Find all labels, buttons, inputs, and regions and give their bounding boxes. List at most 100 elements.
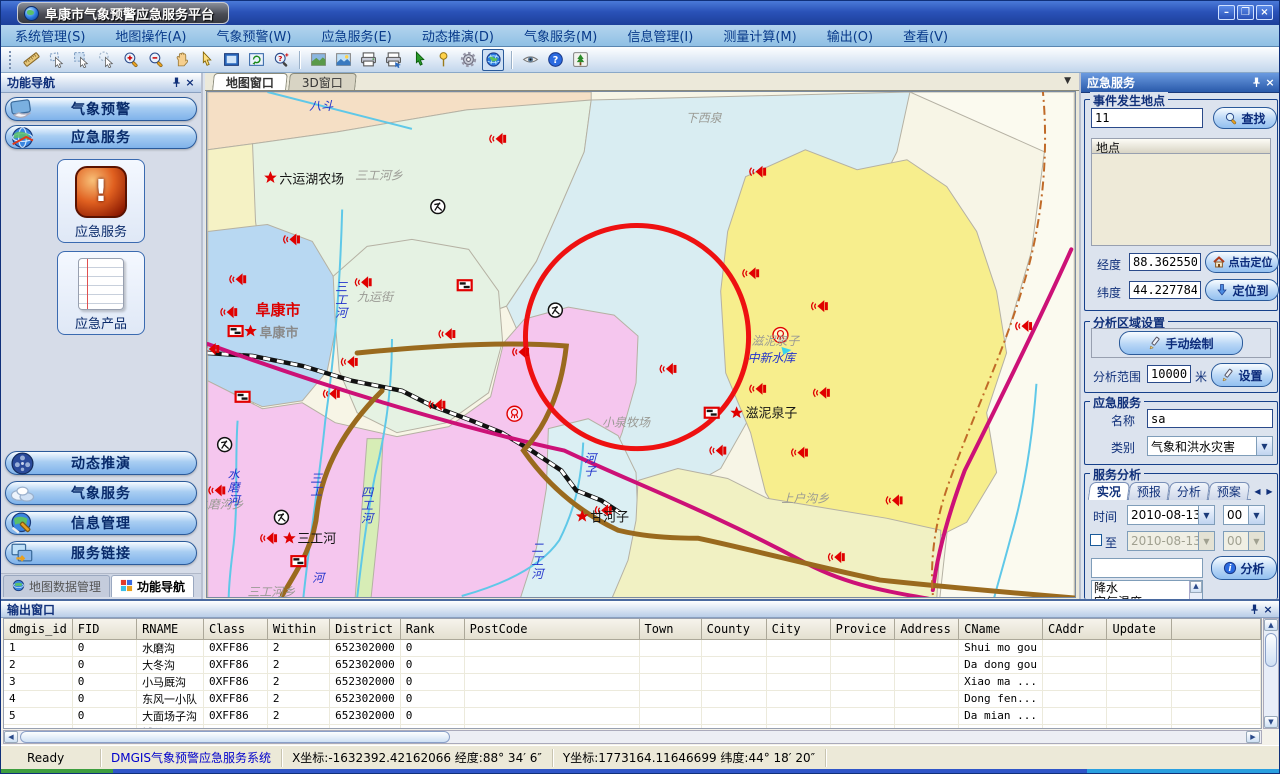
select-pointer-icon[interactable]: [95, 49, 117, 71]
tab-list-dropdown-icon[interactable]: ▼: [1064, 76, 1071, 86]
zoom-in-icon[interactable]: [120, 49, 142, 71]
refresh-map-icon[interactable]: [245, 49, 267, 71]
tab-live[interactable]: 实况: [1088, 482, 1131, 500]
menu-item-weather-service[interactable]: 气象服务(M): [524, 26, 597, 45]
map-export-icon[interactable]: [307, 49, 329, 71]
tab-scroll-right-icon[interactable]: ▶: [1264, 484, 1275, 498]
place-pin-icon[interactable]: [432, 49, 454, 71]
help-icon[interactable]: ?: [544, 49, 566, 71]
close-icon[interactable]: ×: [1263, 76, 1277, 90]
map-canvas[interactable]: 下西泉六运湖农场三工河乡九运街阜康市阜康市滋泥泉子中新水库滋泥泉子小泉牧场上户沟…: [206, 91, 1076, 598]
column-header[interactable]: Provice: [830, 619, 895, 639]
column-header[interactable]: CAddr: [1042, 619, 1107, 639]
zoom-out-icon[interactable]: [145, 49, 167, 71]
table-row[interactable]: 10水磨沟0XFF8626523020000Shui mo gou: [4, 639, 1261, 656]
end-date-select[interactable]: 2010-08-13▼: [1127, 531, 1215, 551]
scroll-left-icon[interactable]: ◀: [4, 731, 18, 743]
column-header[interactable]: Within: [267, 619, 329, 639]
table-row[interactable]: 60城关0XFF8526523020000Cheng guan: [4, 724, 1261, 729]
range-input[interactable]: [1147, 365, 1191, 383]
tab-analysis[interactable]: 分析: [1168, 482, 1211, 500]
nav-group-emergency-service[interactable]: 应急服务: [5, 125, 197, 149]
menu-item-output[interactable]: 输出(O): [827, 26, 873, 45]
hour-select[interactable]: 00▼: [1223, 505, 1265, 525]
end-hour-select[interactable]: 00▼: [1223, 531, 1265, 551]
print-preview-icon[interactable]: [382, 49, 404, 71]
select-rectangle-icon[interactable]: [70, 49, 92, 71]
longitude-input[interactable]: [1129, 253, 1201, 271]
menu-item-weather-warning[interactable]: 气象预警(W): [216, 26, 291, 45]
column-header[interactable]: PostCode: [464, 619, 639, 639]
pan-hand-icon[interactable]: [170, 49, 192, 71]
globe-3d-icon[interactable]: [482, 49, 504, 71]
to-checkbox[interactable]: [1090, 534, 1102, 546]
column-header[interactable]: Update: [1107, 619, 1171, 639]
measure-ruler-icon[interactable]: [20, 49, 42, 71]
full-extent-icon[interactable]: [220, 49, 242, 71]
table-row[interactable]: 30小马厩沟0XFF8626523020000Xiao ma ...: [4, 673, 1261, 690]
table-row[interactable]: 50大面场子沟0XFF8626523020000Da mian ...: [4, 707, 1261, 724]
menu-item-emergency-service[interactable]: 应急服务(E): [321, 26, 391, 45]
visibility-eye-icon[interactable]: [519, 49, 541, 71]
set-range-button[interactable]: 设置: [1211, 363, 1273, 387]
restore-button[interactable]: ❐: [1237, 5, 1254, 20]
print-icon[interactable]: [357, 49, 379, 71]
close-button[interactable]: ×: [1256, 5, 1273, 20]
column-header[interactable]: City: [766, 619, 830, 639]
results-table[interactable]: dmgis_idFIDRNAMEClassWithinDistrictRankP…: [3, 618, 1262, 729]
tree-legend-icon[interactable]: [569, 49, 591, 71]
tab-plan[interactable]: 预案: [1208, 482, 1251, 500]
list-item[interactable]: 降水: [1092, 581, 1202, 595]
scroll-right-icon[interactable]: ▶: [1246, 731, 1260, 743]
menu-item-map-operation[interactable]: 地图操作(A): [115, 26, 186, 45]
analyze-button[interactable]: i 分析: [1211, 556, 1277, 580]
pointer-arrow-icon[interactable]: [195, 49, 217, 71]
event-search-input[interactable]: [1091, 108, 1203, 128]
date-select[interactable]: 2010-08-13▼: [1127, 505, 1215, 525]
column-header[interactable]: Town: [639, 619, 701, 639]
horizontal-scrollbar[interactable]: ◀ ▶: [3, 730, 1262, 744]
service-name-input[interactable]: [1147, 409, 1273, 428]
menu-item-info-management[interactable]: 信息管理(I): [627, 26, 693, 45]
close-icon[interactable]: ×: [183, 76, 197, 90]
scroll-up-icon[interactable]: ▲: [1190, 581, 1202, 593]
minimize-button[interactable]: –: [1218, 5, 1235, 20]
emergency-service-button[interactable]: !应急服务: [57, 159, 145, 243]
tab-function-navigation[interactable]: 功能导航: [111, 575, 194, 597]
element-filter-box[interactable]: [1091, 558, 1203, 578]
scroll-up-icon[interactable]: ▲: [1264, 619, 1278, 631]
vertical-scrollbar[interactable]: ▲ ▼: [1263, 618, 1279, 729]
find-button[interactable]: 查找: [1213, 107, 1277, 129]
pin-icon[interactable]: [169, 76, 183, 90]
pin-icon[interactable]: [1249, 76, 1263, 90]
nav-group-service-links[interactable]: 服务链接: [5, 541, 197, 565]
menu-item-system-management[interactable]: 系统管理(S): [15, 26, 85, 45]
service-type-select[interactable]: 气象和洪水灾害 ▼: [1147, 436, 1273, 456]
latitude-input[interactable]: [1129, 281, 1201, 299]
tab-map-data-management[interactable]: 地图数据管理: [3, 575, 110, 597]
close-icon[interactable]: ×: [1261, 602, 1275, 616]
listbox-scrollbar[interactable]: ▲: [1189, 581, 1202, 601]
locate-here-button[interactable]: 点击定位: [1205, 251, 1279, 273]
nav-group-weather-warning[interactable]: 气象预警: [5, 97, 197, 121]
column-header[interactable]: dmgis_id: [4, 619, 72, 639]
scroll-down-icon[interactable]: ▼: [1264, 716, 1278, 728]
column-header[interactable]: Class: [203, 619, 267, 639]
place-list[interactable]: [1091, 154, 1271, 246]
settings-gear-icon[interactable]: [457, 49, 479, 71]
table-row[interactable]: 20大冬沟0XFF8626523020000Da dong gou: [4, 656, 1261, 673]
manual-draw-button[interactable]: 手动绘制: [1119, 331, 1243, 355]
tab-map-window[interactable]: 地图窗口: [212, 73, 288, 90]
column-header[interactable]: FID: [72, 619, 136, 639]
column-header[interactable]: County: [701, 619, 766, 639]
tab-3d-window[interactable]: 3D窗口: [288, 73, 357, 90]
column-header[interactable]: CName: [959, 619, 1043, 639]
goto-location-button[interactable]: 定位到: [1205, 279, 1279, 301]
menu-item-view[interactable]: 查看(V): [903, 26, 948, 45]
toolbar-grip[interactable]: [9, 51, 13, 69]
tab-forecast[interactable]: 预报: [1128, 482, 1171, 500]
column-header[interactable]: Rank: [400, 619, 464, 639]
column-header[interactable]: RNAME: [137, 619, 204, 639]
snap-pointer-icon[interactable]: [407, 49, 429, 71]
tab-scroll-left-icon[interactable]: ◀: [1252, 484, 1263, 498]
